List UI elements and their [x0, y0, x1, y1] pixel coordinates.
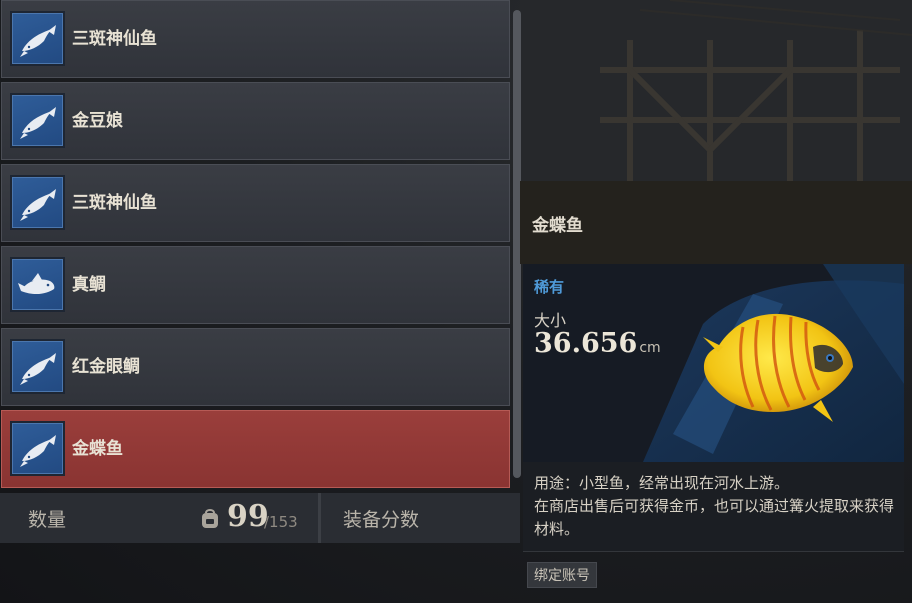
quantity-max: /153	[264, 513, 298, 531]
fish-list-item-label: 三斑神仙鱼	[72, 193, 157, 213]
size-unit: cm	[639, 340, 661, 356]
detail-title: 金蝶鱼	[532, 216, 583, 236]
detail-separator	[523, 551, 904, 552]
fish-list-item[interactable]: 三斑神仙鱼	[1, 0, 510, 78]
description-box: 用途：小型鱼，经常出现在河水上游。 在商店出售后可获得金币，也可以通过篝火提取来…	[523, 462, 904, 551]
fish-list-item-selected[interactable]: 金蝶鱼	[1, 410, 510, 488]
fish-list-item-label: 金豆娘	[72, 111, 123, 131]
size-value: 36.656 cm	[534, 328, 661, 359]
detail-header: 金蝶鱼	[520, 181, 912, 264]
fish-icon	[10, 257, 65, 312]
backpack-icon	[202, 509, 218, 528]
equip-score-label: 装备分数	[343, 509, 420, 531]
fish-list-item-label: 三斑神仙鱼	[72, 29, 157, 49]
quantity-value: 99	[227, 499, 269, 534]
fish-list-item[interactable]: 红金眼鲷	[1, 328, 510, 406]
fish-icon	[10, 93, 65, 148]
fish-list-item[interactable]: 金豆娘	[1, 82, 510, 160]
fish-list-item[interactable]: 真鲷	[1, 246, 510, 324]
fish-list-item[interactable]: 三斑神仙鱼	[1, 164, 510, 242]
fish-icon	[10, 11, 65, 66]
size-number: 36.656	[534, 328, 638, 359]
fish-icon	[10, 175, 65, 230]
fish-list-item-label: 真鲷	[72, 275, 106, 295]
fish-icon	[10, 421, 65, 476]
fish-list-item-label: 红金眼鲷	[72, 357, 140, 377]
detail-card: 稀有 大小 36.656 cm	[523, 264, 904, 462]
description-text: 用途：小型鱼，经常出现在河水上游。 在商店出售后可获得金币，也可以通过篝火提取来…	[534, 472, 894, 541]
description-line-1: 用途：小型鱼，经常出现在河水上游。	[534, 474, 790, 492]
inventory-footer: 数量 99 /153 装备分数	[0, 493, 520, 543]
fish-list: 三斑神仙鱼 金豆娘 三斑神仙鱼 真鲷 红金眼鲷 金蝶鱼	[0, 0, 512, 490]
description-line-2: 在商店出售后可获得金币，也可以通过篝火提取来获得材料。	[534, 497, 895, 538]
bind-account-tag: 绑定账号	[527, 562, 597, 588]
footer-divider	[318, 493, 321, 543]
background-wooden-structure	[520, 0, 912, 185]
fish-list-item-label: 金蝶鱼	[72, 439, 123, 459]
rarity-label: 稀有	[534, 278, 565, 296]
fish-icon	[10, 339, 65, 394]
butterflyfish-illustration	[703, 313, 853, 422]
quantity-label: 数量	[28, 509, 67, 531]
